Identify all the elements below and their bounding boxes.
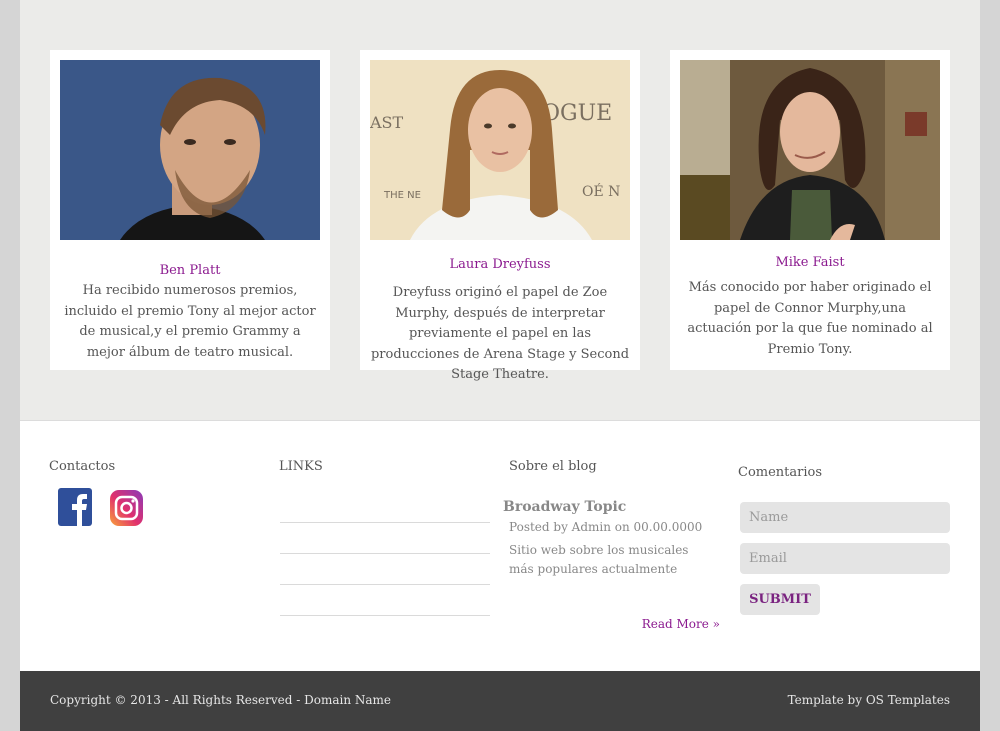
cast-photo: AST OGUE THE NE OÉ N <box>370 60 630 240</box>
cast-card: Mike Faist Más conocido por haber origin… <box>670 50 950 370</box>
blog-heading: Sobre el blog <box>509 459 597 474</box>
copyright-text: Copyright © 2013 - All Rights Reserved -… <box>50 693 392 707</box>
cast-description: Más conocido por haber originado el pape… <box>687 280 933 357</box>
cast-name: Ben Platt <box>159 263 221 278</box>
link-divider <box>280 615 490 616</box>
svg-text:THE NE: THE NE <box>383 190 421 201</box>
facebook-icon[interactable] <box>58 488 92 526</box>
template-credit-link[interactable]: Template by OS Templates <box>788 693 950 707</box>
submit-button[interactable]: SUBMIT <box>740 584 820 615</box>
comments-heading: Comentarios <box>738 465 823 480</box>
copyright-bar: Copyright © 2013 - All Rights Reserved -… <box>20 671 980 731</box>
cast-name: Mike Faist <box>775 255 845 270</box>
blog-post-excerpt: Sitio web sobre los musicales más popula… <box>509 543 689 576</box>
blog-post-title[interactable]: Broadway Topic <box>503 499 626 515</box>
svg-text:AST: AST <box>370 113 404 132</box>
page: Ben Platt Ha recibido numerosos premios,… <box>20 0 980 731</box>
blog-post-meta: Posted by Admin on 00.00.0000 <box>509 520 703 534</box>
cast-card: Ben Platt Ha recibido numerosos premios,… <box>50 50 330 370</box>
instagram-icon[interactable] <box>109 488 144 528</box>
links-heading: LINKS <box>279 459 323 474</box>
read-more-link[interactable]: Read More » <box>620 617 720 631</box>
link-divider <box>280 584 490 585</box>
contacts-heading: Contactos <box>49 459 116 474</box>
cast-card: AST OGUE THE NE OÉ N Laura Dreyfuss Drey… <box>360 50 640 382</box>
email-input[interactable] <box>740 543 950 574</box>
link-divider <box>280 553 490 554</box>
cast-photo <box>680 60 940 240</box>
svg-text:OGUE: OGUE <box>542 101 612 126</box>
cast-description: Dreyfuss originó el papel de Zoe Murphy,… <box>370 285 630 382</box>
svg-text:OÉ N: OÉ N <box>582 182 620 200</box>
cast-name: Laura Dreyfuss <box>449 257 551 272</box>
cast-section: Ben Platt Ha recibido numerosos premios,… <box>20 0 980 421</box>
cast-photo <box>60 60 320 240</box>
name-input[interactable] <box>740 502 950 533</box>
cast-description: Ha recibido numerosos premios, incluido … <box>64 283 316 360</box>
link-divider <box>280 522 490 523</box>
